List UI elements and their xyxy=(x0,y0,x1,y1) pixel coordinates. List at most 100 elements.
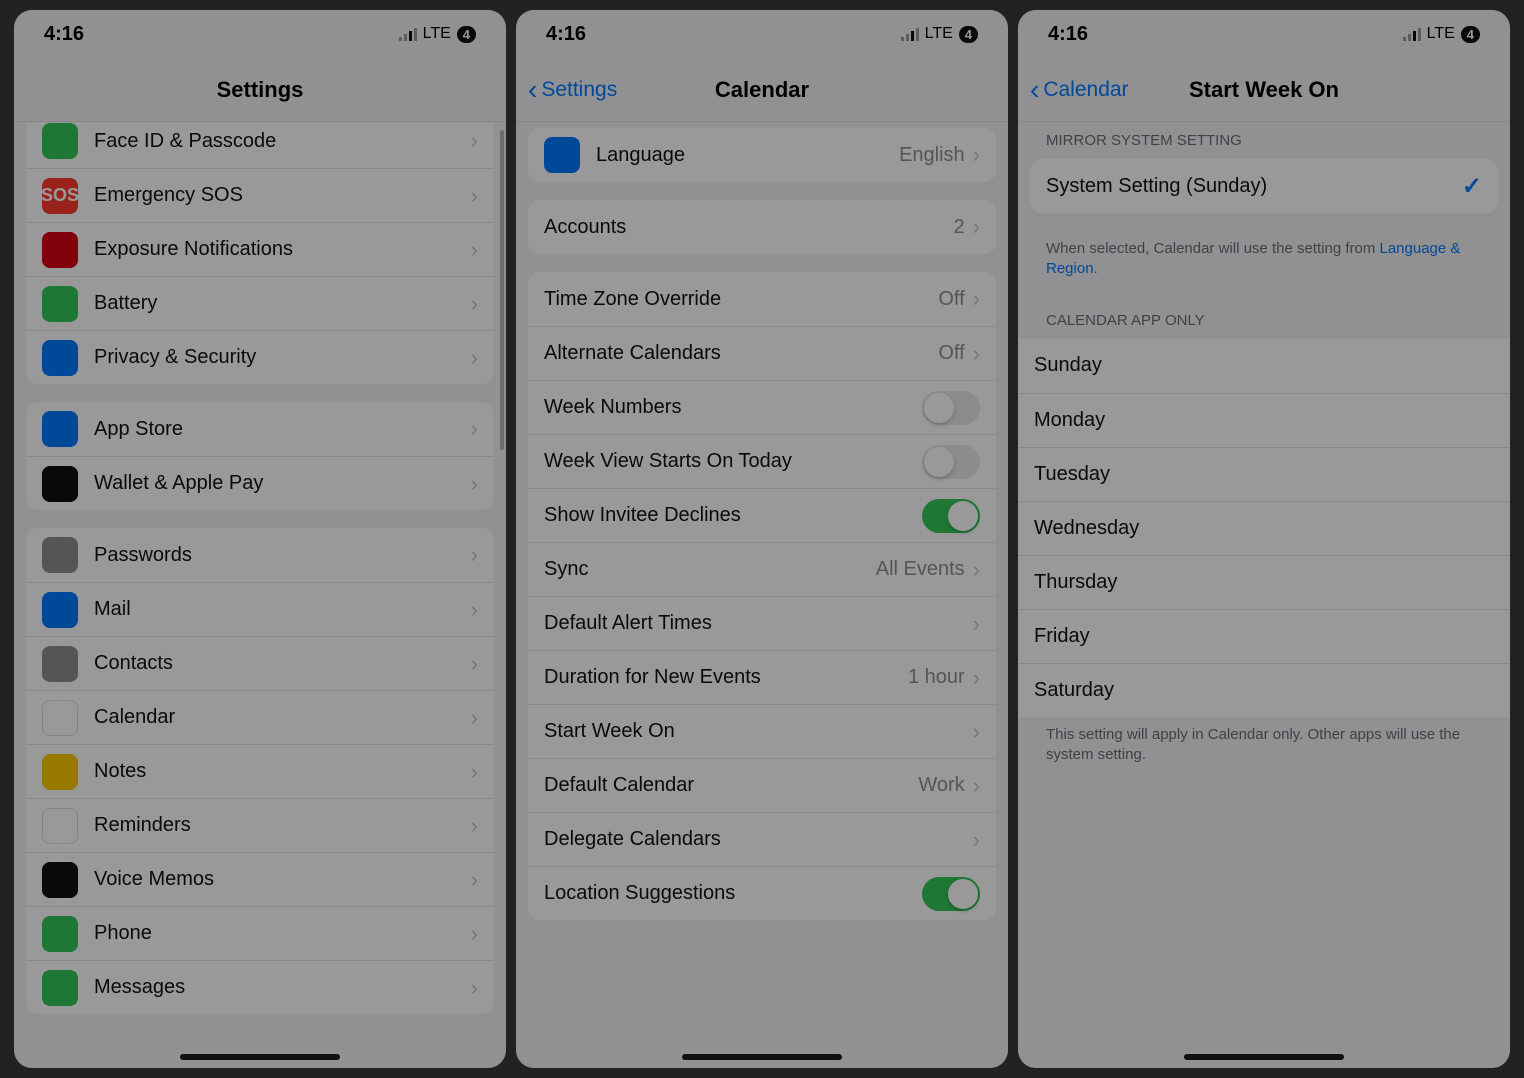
tuesday-row[interactable]: Tuesday xyxy=(1018,447,1510,501)
app-store-row[interactable]: App Store› xyxy=(26,402,494,456)
battery-icon: 4 xyxy=(959,26,978,43)
chevron-right-icon: › xyxy=(973,341,980,367)
day-label: Wednesday xyxy=(1034,517,1494,540)
friday-row[interactable]: Friday xyxy=(1018,609,1510,663)
row-label: Contacts xyxy=(94,652,471,675)
chevron-right-icon: › xyxy=(973,214,980,240)
row-label: Messages xyxy=(94,976,471,999)
status-bar: 4:16 LTE 4 xyxy=(516,10,1008,58)
contacts-icon xyxy=(42,646,78,682)
row-label: Default Calendar xyxy=(544,774,918,797)
accounts-row[interactable]: Accounts2› xyxy=(528,200,996,254)
start-week-on-screen: 4:16 LTE 4 ‹ Calendar Start Week On MIRR… xyxy=(1018,10,1510,1068)
phone-row[interactable]: Phone› xyxy=(26,906,494,960)
row-label: Location Suggestions xyxy=(544,882,922,905)
settings-group: Passwords›Mail›Contacts›Calendar›Notes›R… xyxy=(26,528,494,1014)
contacts-row[interactable]: Contacts› xyxy=(26,636,494,690)
default-calendar-row[interactable]: Default CalendarWork› xyxy=(528,758,996,812)
default-alert-times-row[interactable]: Default Alert Times› xyxy=(528,596,996,650)
footer-suffix: . xyxy=(1094,260,1098,277)
settings-list[interactable]: Face ID & Passcode›SOSEmergency SOS›Expo… xyxy=(14,122,506,1068)
voice-memos-row[interactable]: Voice Memos› xyxy=(26,852,494,906)
chevron-right-icon: › xyxy=(973,142,980,168)
row-label: Calendar xyxy=(94,706,471,729)
day-label: Friday xyxy=(1034,625,1494,648)
face-id-passcode-row[interactable]: Face ID & Passcode› xyxy=(26,122,494,168)
settings-group: Face ID & Passcode›SOSEmergency SOS›Expo… xyxy=(26,122,494,384)
start-week-on-row[interactable]: Start Week On› xyxy=(528,704,996,758)
week-view-starts-on-today-row[interactable]: Week View Starts On Today xyxy=(528,434,996,488)
duration-for-new-events-row[interactable]: Duration for New Events1 hour› xyxy=(528,650,996,704)
passwords-row[interactable]: Passwords› xyxy=(26,528,494,582)
back-label: Calendar xyxy=(1043,78,1128,102)
toggle-switch[interactable] xyxy=(922,391,980,425)
row-label: Battery xyxy=(94,292,471,315)
row-label: Accounts xyxy=(544,216,954,239)
location-suggestions-row[interactable]: Location Suggestions xyxy=(528,866,996,920)
chevron-right-icon: › xyxy=(471,416,478,442)
show-invitee-declines-row[interactable]: Show Invitee Declines xyxy=(528,488,996,542)
status-right: LTE 4 xyxy=(1403,25,1480,43)
mail-row[interactable]: Mail› xyxy=(26,582,494,636)
wallet-apple-pay-row[interactable]: Wallet & Apple Pay› xyxy=(26,456,494,510)
toggle-switch[interactable] xyxy=(922,877,980,911)
wednesday-row[interactable]: Wednesday xyxy=(1018,501,1510,555)
alternate-calendars-row[interactable]: Alternate CalendarsOff › xyxy=(528,326,996,380)
language-row[interactable]: LanguageEnglish› xyxy=(528,128,996,182)
chevron-right-icon: › xyxy=(973,286,980,312)
home-indicator[interactable] xyxy=(682,1054,842,1060)
calendar-row[interactable]: Calendar› xyxy=(26,690,494,744)
row-label: Alternate Calendars xyxy=(544,342,938,365)
sync-row[interactable]: SyncAll Events› xyxy=(528,542,996,596)
exposure-notifications-row[interactable]: Exposure Notifications› xyxy=(26,222,494,276)
saturday-row[interactable]: Saturday xyxy=(1018,663,1510,717)
exposure-icon xyxy=(42,232,78,268)
checkmark-icon: ✓ xyxy=(1462,172,1482,201)
emergency-sos-row[interactable]: SOSEmergency SOS› xyxy=(26,168,494,222)
day-label: Saturday xyxy=(1034,679,1494,702)
start-week-content[interactable]: MIRROR SYSTEM SETTING System Setting (Su… xyxy=(1018,122,1510,1068)
row-label: App Store xyxy=(94,418,471,441)
monday-row[interactable]: Monday xyxy=(1018,393,1510,447)
settings-group: App Store›Wallet & Apple Pay› xyxy=(26,402,494,510)
sos-icon: SOS xyxy=(42,178,78,214)
back-button[interactable]: ‹ Calendar xyxy=(1018,76,1129,104)
delegate-calendars-row[interactable]: Delegate Calendars› xyxy=(528,812,996,866)
home-indicator[interactable] xyxy=(180,1054,340,1060)
chevron-right-icon: › xyxy=(471,705,478,731)
signal-icon xyxy=(399,28,417,41)
back-button[interactable]: ‹ Settings xyxy=(516,76,617,104)
footer-text: When selected, Calendar will use the set… xyxy=(1046,240,1380,257)
thursday-row[interactable]: Thursday xyxy=(1018,555,1510,609)
privacy-security-row[interactable]: Privacy & Security› xyxy=(26,330,494,384)
chevron-right-icon: › xyxy=(471,975,478,1001)
calendar-settings-list[interactable]: LanguageEnglish› Accounts2› Time Zone Over… xyxy=(516,122,1008,1068)
row-label: Privacy & Security xyxy=(94,346,471,369)
messages-row[interactable]: Messages› xyxy=(26,960,494,1014)
system-setting-row[interactable]: System Setting (Sunday) ✓ xyxy=(1030,159,1498,213)
chevron-left-icon: ‹ xyxy=(1030,76,1039,104)
system-setting-group: System Setting (Sunday) ✓ xyxy=(1030,159,1498,213)
toggle-switch[interactable] xyxy=(922,445,980,479)
week-numbers-row[interactable]: Week Numbers xyxy=(528,380,996,434)
time-zone-override-row[interactable]: Time Zone OverrideOff› xyxy=(528,272,996,326)
row-label: Face ID & Passcode xyxy=(94,130,471,153)
home-indicator[interactable] xyxy=(1184,1054,1344,1060)
days-group: Sunday Monday Tuesday Wednesday Thursday Frid… xyxy=(1018,339,1510,717)
notes-row[interactable]: Notes› xyxy=(26,744,494,798)
chevron-right-icon: › xyxy=(471,128,478,154)
reminders-row[interactable]: Reminders› xyxy=(26,798,494,852)
chevron-right-icon: › xyxy=(973,557,980,583)
battery-row[interactable]: Battery› xyxy=(26,276,494,330)
carrier-label: LTE xyxy=(925,25,953,43)
settings-screen: 4:16 LTE 4 Settings Face ID & Passcode›S… xyxy=(14,10,506,1068)
toggle-switch[interactable] xyxy=(922,499,980,533)
nav-bar: ‹ Calendar Start Week On xyxy=(1018,58,1510,122)
calendar-icon xyxy=(42,700,78,736)
day-label: Thursday xyxy=(1034,571,1494,594)
sunday-row[interactable]: Sunday xyxy=(1018,339,1510,393)
row-label: Sync xyxy=(544,558,876,581)
row-value: Off xyxy=(938,342,964,365)
day-label: Monday xyxy=(1034,409,1494,432)
row-label: Show Invitee Declines xyxy=(544,504,922,527)
